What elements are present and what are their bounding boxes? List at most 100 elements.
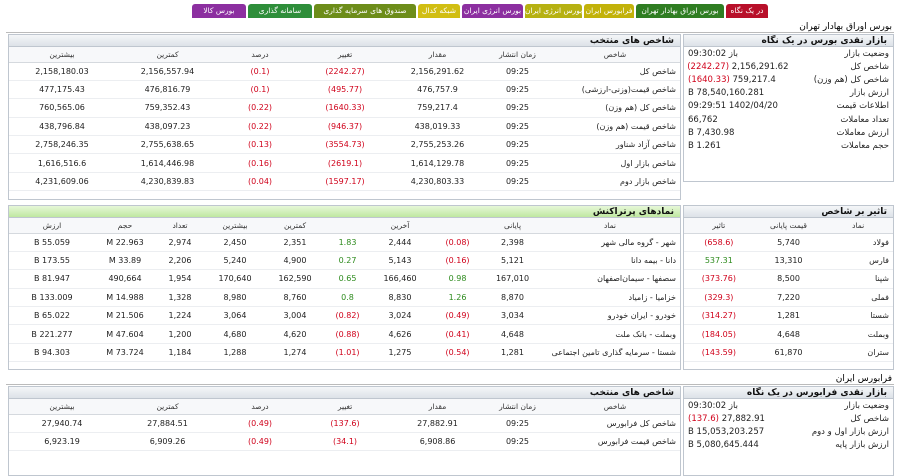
table-cell: 81.947 B <box>9 269 95 289</box>
table-cell: 4,230,839.83 <box>115 172 220 192</box>
column-header[interactable]: بیشترین <box>205 218 265 234</box>
table-cell[interactable]: دانا - بیمه دانا <box>540 251 680 271</box>
tab-0[interactable]: در یک نگاه <box>726 4 768 18</box>
table-row[interactable]: شاخص قیمت فرابورس 09:25 6,908.86 (34.1) (0.4… <box>9 432 680 452</box>
table-cell[interactable]: شاخص کل <box>550 62 680 81</box>
table-cell[interactable]: وبملت - بانک ملت <box>540 324 680 344</box>
table-cell[interactable]: شستا <box>823 306 893 326</box>
tab-8[interactable]: بورس کالا <box>192 4 246 18</box>
table-row[interactable]: شاخص کل (هم وزن) 09:25 759,217.4 (1640.33)(… <box>9 98 680 118</box>
column-header[interactable]: نماد <box>540 218 680 234</box>
fara-glance-table: وضعیت بازار باز 09:30:02 شاخص کل 27,882.91 … <box>684 399 893 452</box>
column-header[interactable]: مقدار <box>390 399 485 415</box>
column-header[interactable]: کمترین <box>115 399 220 415</box>
column-header[interactable]: قیمت پایانی <box>753 218 824 234</box>
table-cell[interactable]: ستران <box>823 343 893 363</box>
table-row[interactable]: خزامیا - زامیاد 8,870 1.26 8,830 0.8 8,760 8,9… <box>9 288 680 308</box>
table-cell: (658.6) <box>684 233 754 252</box>
table-cell[interactable]: شاخص قیمت (هم وزن) <box>550 117 680 137</box>
column-header[interactable]: تغییر <box>300 399 390 415</box>
table-row[interactable]: شاخص قیمت (هم وزن) 09:25 438,019.33 (946.37… <box>9 117 680 137</box>
column-header[interactable]: بیشترین <box>9 399 115 415</box>
table-row[interactable]: خودرو - ایران‌ خودرو 3,034 (0.49) 3,024 (0.8… <box>9 306 680 326</box>
table-row[interactable]: شاخص آزاد شناور 09:25 2,755,253.26 (3554.73… <box>9 135 680 155</box>
table-cell[interactable]: خودرو - ایران‌ خودرو <box>540 306 680 326</box>
column-header[interactable] <box>325 218 370 234</box>
table-row[interactable]: دانا - بیمه دانا 5,121 (0.16) 5,143 0.27 4,90… <box>9 251 680 271</box>
column-header[interactable]: زمان انتشار <box>485 47 550 63</box>
glance-value-number: 5,080,645.444 B <box>688 440 759 451</box>
column-header[interactable]: بیشترین <box>9 47 115 63</box>
table-cell[interactable]: شهر - گروه مالی شهر <box>540 233 680 252</box>
table-row[interactable]: شاخص کل 09:25 2,156,291.62 (2242.27) (0.1) 2,… <box>9 62 680 81</box>
table-cell: (0.49) <box>430 306 485 326</box>
table-cell[interactable]: شپنا <box>823 269 893 289</box>
table-cell: 477,175.43 <box>9 80 115 100</box>
table-row[interactable]: شپنا 8,500 (373.76) <box>684 269 893 289</box>
table-cell[interactable]: شاخص کل فرابورس <box>550 414 680 433</box>
table-row[interactable]: فارس 13,310 537.31 <box>684 251 893 271</box>
table-row[interactable]: شاخص قیمت(وزنی-ارزشی) 09:25 476,757.9 (495.… <box>9 80 680 100</box>
tab-2[interactable]: فرابورس ایران <box>584 4 634 18</box>
column-header[interactable]: پایانی <box>485 218 540 234</box>
table-row[interactable]: ستران 61,870 (143.59) <box>684 343 893 363</box>
column-header[interactable]: زمان انتشار <box>485 399 550 415</box>
table-cell[interactable]: شاخص قیمت(وزنی-ارزشی) <box>550 80 680 100</box>
table-cell[interactable]: شاخص بازار اول <box>550 153 680 173</box>
tab-7[interactable]: سامانه گذاری <box>248 4 312 18</box>
table-row[interactable]: فملی 7,220 (329.3) <box>684 288 893 308</box>
table-cell: 2,450 <box>205 233 265 252</box>
table-cell[interactable]: فملی <box>823 288 893 308</box>
table-cell: 27,940.74 <box>9 414 115 433</box>
tab-3[interactable]: بورس انرژی ایران <box>525 4 582 18</box>
column-header[interactable]: آخرین <box>370 218 430 234</box>
table-cell: 490,664 <box>95 269 155 289</box>
column-header[interactable]: درصد <box>220 399 300 415</box>
column-header[interactable]: تعداد <box>155 218 205 234</box>
tab-4[interactable]: بورس انرژی ایران <box>462 4 523 18</box>
table-cell[interactable]: فارس <box>823 251 893 271</box>
tab-5[interactable]: شبکه کدال <box>418 4 460 18</box>
table-cell[interactable]: وبملت <box>823 324 893 344</box>
table-row[interactable]: شستا 1,281 (314.27) <box>684 306 893 326</box>
column-header[interactable]: تغییر <box>300 47 390 63</box>
column-header[interactable] <box>430 218 485 234</box>
table-row[interactable]: فولاد 5,740 (658.6) <box>684 233 893 252</box>
table-cell: 438,796.84 <box>9 117 115 137</box>
table-cell[interactable]: شاخص کل (هم وزن) <box>550 98 680 118</box>
column-header[interactable]: نماد <box>823 218 893 234</box>
column-header[interactable]: حجم <box>95 218 155 234</box>
glance-key: وضعیت بازار <box>844 48 889 59</box>
glance-row: شاخص کل (هم وزن) 759,217.4 (1640.33) <box>684 73 893 86</box>
glance-key: شاخص کل (هم وزن) <box>813 74 889 85</box>
tab-1[interactable]: بورس اوراق بهادار تهران <box>636 4 724 18</box>
table-row[interactable]: شاخص بازار اول 09:25 1,614,129.78 (2619.1)(… <box>9 153 680 173</box>
tab-6[interactable]: صندوق های سرمایه گذاری <box>314 4 416 18</box>
table-cell: 1.26 <box>430 288 485 308</box>
table-row[interactable]: شاخص بازار دوم 09:25 4,230,803.33 (1597.17)… <box>9 172 680 192</box>
column-header[interactable]: درصد <box>220 47 300 63</box>
table-cell[interactable]: خزامیا - زامیاد <box>540 288 680 308</box>
column-header[interactable]: ارزش <box>9 218 95 234</box>
table-row[interactable]: شستا - سرمایه گذاری تامین اجتماعی 1,281 (0… <box>9 343 680 363</box>
table-cell[interactable]: سصفها - سیمان‌اصفهان <box>540 269 680 289</box>
table-row[interactable]: شاخص کل فرابورس 09:25 27,882.91 (137.6) (0.4… <box>9 414 680 433</box>
column-header[interactable]: تاثیر <box>684 218 754 234</box>
table-cell[interactable]: شاخص آزاد شناور <box>550 135 680 155</box>
table-cell[interactable]: شستا - سرمایه گذاری تامین اجتماعی <box>540 343 680 363</box>
table-cell[interactable]: فولاد <box>823 233 893 252</box>
table-cell: 0.65 <box>325 269 370 289</box>
column-header[interactable]: شاخص <box>550 399 680 415</box>
fara-indices-panel: شاخص های منتخب شاخص زمان انتشار مقدار تغییر… <box>8 386 681 476</box>
table-cell: 6,923.19 <box>9 432 115 452</box>
column-header[interactable]: مقدار <box>390 47 485 63</box>
table-cell[interactable]: شاخص بازار دوم <box>550 172 680 192</box>
column-header[interactable]: کمترین <box>265 218 325 234</box>
column-header[interactable]: کمترین <box>115 47 220 63</box>
table-row[interactable]: وبملت - بانک ملت 4,648 (0.41) 4,626 (0.88) 4,… <box>9 324 680 344</box>
column-header[interactable]: شاخص <box>550 47 680 63</box>
table-row[interactable]: سصفها - سیمان‌اصفهان 167,010 0.98 166,460 0.… <box>9 269 680 289</box>
table-cell[interactable]: شاخص قیمت فرابورس <box>550 432 680 452</box>
table-row[interactable]: وبملت 4,648 (184.05) <box>684 324 893 344</box>
table-row[interactable]: شهر - گروه مالی شهر 2,398 (0.08) 2,444 1.83 2… <box>9 233 680 252</box>
